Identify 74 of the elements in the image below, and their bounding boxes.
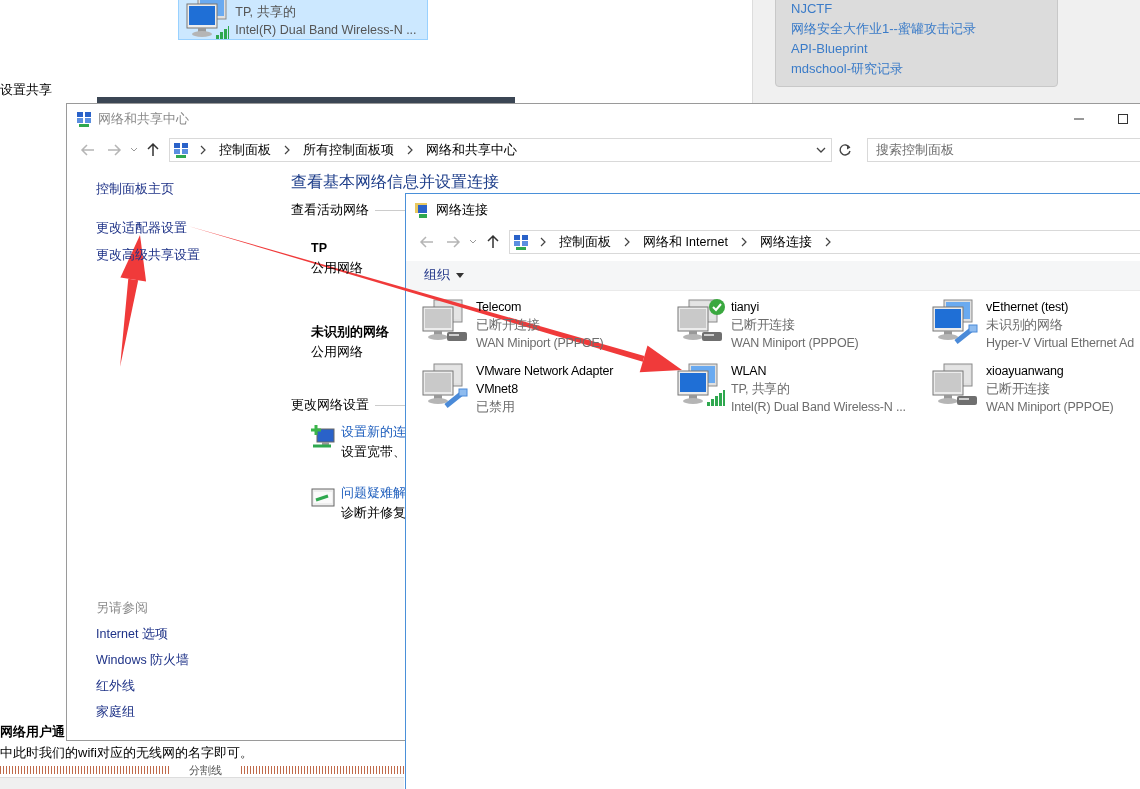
bold-text-fragment: 网络用户通 <box>0 723 65 741</box>
breadcrumb-item[interactable]: 网络和共享中心 <box>424 140 520 160</box>
see-also-link[interactable]: 家庭组 <box>96 703 281 722</box>
paragraph-text: 中此时我们的wifi对应的无线网的名字即可。 <box>0 744 253 762</box>
adapter-device: WAN Miniport (PPPOE) <box>731 335 859 353</box>
network-tile[interactable]: TP, 共享的 Intel(R) Dual Band Wireless-N ... <box>178 0 428 40</box>
adapter-name: tianyi <box>731 299 759 317</box>
adapter-name: vEthernet (test) <box>986 299 1069 317</box>
task-description: 诊断并修复 <box>341 504 407 522</box>
adapter-name: WLAN <box>731 363 767 381</box>
troubleshoot-icon <box>311 485 335 510</box>
back-arrow-icon <box>419 234 435 250</box>
breadcrumb-item[interactable]: 控制面板 <box>557 232 614 252</box>
adapter-item[interactable]: tianyi 已断开连接 WAN Miniport (PPPOE) <box>674 298 929 353</box>
adapter-item[interactable]: xioayuanwang 已断开连接 WAN Miniport (PPPOE) <box>929 362 1140 417</box>
section-title: 查看活动网络 <box>291 202 369 219</box>
task-link[interactable]: 问题疑难解 <box>341 482 407 503</box>
computer-icon <box>183 0 229 41</box>
see-also-link[interactable]: Windows 防火墙 <box>96 651 281 670</box>
breadcrumb-item[interactable]: 网络连接 <box>758 232 814 252</box>
adapter-status: TP, 共享的 <box>731 381 790 399</box>
forward-arrow-icon <box>105 142 122 158</box>
forward-arrow-icon <box>445 234 461 250</box>
caret-icon <box>815 146 826 154</box>
heading-fragment: 设置共享 <box>0 81 52 99</box>
divider-label: 分割线 <box>187 764 223 776</box>
adapter-item[interactable]: VMware Network Adapter VMnet8 已禁用 <box>419 362 674 417</box>
task-description: 设置宽带、 <box>341 443 407 461</box>
breadcrumb-item[interactable]: 所有控制面板项 <box>301 140 397 160</box>
task-link[interactable]: 设置新的连 <box>341 421 407 442</box>
see-also-link[interactable]: 红外线 <box>96 677 281 696</box>
adapter-device: WAN Miniport (PPPOE) <box>986 399 1114 417</box>
adapter-item[interactable]: WLAN TP, 共享的 Intel(R) Dual Band Wireless-N ... <box>674 362 929 417</box>
location-icon <box>513 234 530 250</box>
adapter-device: Intel(R) Dual Band Wireless-N ... <box>731 399 906 417</box>
adapter-item[interactable]: vEthernet (test) 未识别的网络 Hyper-V Virtual Ethernet Ad <box>929 298 1140 353</box>
address-bar[interactable]: 控制面板 网络和 Internet 网络连接 <box>509 230 1140 254</box>
adapter-status: 已断开连接 <box>986 381 1050 399</box>
section-title: 另请参阅 <box>96 600 149 618</box>
caret-icon <box>129 146 138 154</box>
caret-icon <box>456 273 465 279</box>
window-title: 网络连接 <box>436 201 489 219</box>
organize-menu-button[interactable]: 组织 <box>424 266 465 285</box>
network-name: TP <box>311 239 327 257</box>
page-heading: 查看基本网络信息并设置连接 <box>291 172 500 192</box>
see-also-link[interactable]: Internet 选项 <box>96 625 281 644</box>
adapter-name: xioayuanwang <box>986 363 1064 381</box>
maximize-icon <box>1118 114 1128 124</box>
sidebar-link[interactable]: 控制面板主页 <box>96 180 174 199</box>
adapter-status: 已禁用 <box>476 399 515 417</box>
breadcrumb-item[interactable]: 网络和 Internet <box>641 232 730 252</box>
window-title: 网络和共享中心 <box>98 110 191 128</box>
refresh-icon <box>837 143 852 157</box>
location-icon <box>173 142 190 158</box>
network-category: 公用网络 <box>311 343 363 361</box>
adapter-name: VMware Network Adapter VMnet8 <box>476 363 615 399</box>
network-connections-icon <box>414 202 430 218</box>
network-icon <box>76 111 92 127</box>
section-title: 更改网络设置 <box>291 396 369 414</box>
adapter-name: Telecom <box>476 299 522 317</box>
search-field[interactable]: 搜索控制面板 <box>867 138 1140 162</box>
up-arrow-icon <box>485 234 501 250</box>
breadcrumb-item[interactable]: 控制面板 <box>217 140 274 160</box>
new-connection-icon <box>311 424 335 449</box>
network-name: 未识别的网络 <box>311 323 389 341</box>
adapter-status: 未识别的网络 <box>986 317 1063 335</box>
back-arrow-icon <box>79 142 96 158</box>
caret-icon <box>469 238 477 246</box>
sidebar-link[interactable]: 更改适配器设置 <box>96 218 187 238</box>
tile-device: Intel(R) Dual Band Wireless-N ... <box>235 22 417 39</box>
adapter-device: Hyper-V Virtual Ethernet Ad <box>986 335 1134 353</box>
address-bar[interactable]: 控制面板 所有控制面板项 网络和共享中心 <box>169 138 832 162</box>
adapter-status: 已断开连接 <box>731 317 795 335</box>
tile-status: TP, 共享的 <box>235 4 297 21</box>
